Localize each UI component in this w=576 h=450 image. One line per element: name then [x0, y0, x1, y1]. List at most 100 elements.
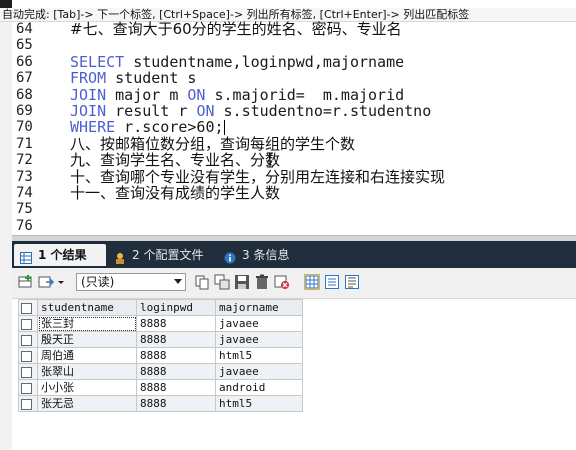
table-row[interactable]: 张翠山 8888 javaee	[18, 363, 303, 380]
sql-keyword: JOIN	[70, 102, 107, 120]
code-text: 十一、查询没有成绩的学生人数	[70, 185, 280, 202]
row-checkbox[interactable]	[18, 379, 38, 396]
result-grid-area: studentname loginpwd majorname 张三封 8888 ja…	[12, 299, 576, 450]
form-view-icon[interactable]	[324, 274, 340, 290]
sql-expression: s.studentno=r.studentno	[214, 102, 432, 120]
sql-keyword: ON	[187, 85, 206, 104]
editor-line[interactable]: 64 #七、查询大于60分的学生的姓名、密码、专业名	[12, 21, 576, 38]
plain-text: 十、查询哪个专业没有学生，分别用左连接和右连接实现	[70, 167, 446, 186]
line-number: 74	[16, 185, 33, 201]
table-cell-majorname[interactable]: android	[215, 379, 303, 396]
line-number: 72	[16, 152, 33, 169]
column-header-studentname[interactable]: studentname	[37, 299, 137, 316]
sql-expression: studentname,loginpwd,majorname	[124, 52, 405, 71]
line-number: 70	[16, 119, 33, 136]
line-number: 67	[16, 70, 33, 87]
table-cell-studentname[interactable]: 小小张	[37, 379, 137, 396]
line-number: 65	[16, 37, 33, 54]
text-view-icon[interactable]	[344, 274, 360, 290]
sql-expression: s.majorid= m.majorid	[205, 85, 405, 104]
line-number: 64	[16, 21, 33, 37]
tab-profiles-label: 2 个配置文件	[132, 248, 204, 262]
save-icon[interactable]	[234, 274, 250, 290]
cancel-changes-icon[interactable]	[274, 274, 290, 290]
line-number: 68	[16, 86, 33, 103]
table-cell-loginpwd[interactable]: 8888	[136, 315, 216, 332]
table-row[interactable]: 周伯通 8888 html5	[18, 347, 303, 364]
tab-results[interactable]: 1 个结果	[14, 244, 106, 266]
comment-text: #七、查询大于60分的学生的姓名、密码、专业名	[70, 20, 402, 38]
column-header-majorname[interactable]: majorname	[215, 299, 303, 316]
table-cell-studentname[interactable]: 殷天正	[37, 331, 137, 348]
editor-line[interactable]: 75	[12, 201, 576, 218]
table-cell-loginpwd[interactable]: 8888	[136, 379, 216, 396]
table-row[interactable]: 张无忌 8888 html5	[18, 395, 303, 412]
table-cell-loginpwd[interactable]: 8888	[136, 347, 216, 364]
plain-text: 十一、查询没有成绩的学生人数	[70, 184, 281, 202]
plain-text: 九、查询学生名、专业名、分数	[70, 151, 281, 170]
table-cell-studentname[interactable]: 张翠山	[37, 363, 137, 380]
line-number: 69	[16, 103, 33, 119]
editor-line[interactable]: 76	[12, 218, 576, 235]
sql-keyword: WHERE	[70, 118, 116, 137]
table-cell-loginpwd[interactable]: 8888	[136, 363, 216, 380]
table-cell-loginpwd[interactable]: 8888	[136, 395, 216, 412]
table-cell-majorname[interactable]: javaee	[215, 363, 303, 380]
table-cell-majorname[interactable]: html5	[215, 395, 303, 412]
table-header-row: studentname loginpwd majorname	[18, 299, 303, 316]
table-row[interactable]: 张三封 8888 javaee	[18, 315, 303, 332]
row-checkbox[interactable]	[18, 395, 38, 412]
table-cell-majorname[interactable]: javaee	[215, 331, 303, 348]
plain-text: 八、按邮箱位数分组，查询每组的学生个数	[70, 134, 356, 153]
line-number: 75	[16, 201, 33, 218]
grid-view-icon[interactable]	[304, 274, 320, 290]
ibeam-cursor-icon	[266, 152, 274, 168]
sql-identifier: major m	[106, 85, 188, 104]
table-cell-studentname[interactable]: 张无忌	[37, 395, 137, 412]
sql-keyword: FROM	[70, 69, 107, 88]
sql-identifier: result r	[106, 102, 197, 120]
column-header-loginpwd[interactable]: loginpwd	[136, 299, 216, 316]
sql-keyword: ON	[196, 102, 215, 120]
export-dropdown-icon[interactable]	[56, 274, 66, 290]
line-number: 71	[16, 135, 33, 152]
row-checkbox[interactable]	[18, 331, 38, 348]
sql-expression: r.score>60;	[115, 118, 224, 137]
sql-expression: student s	[106, 69, 197, 88]
table-row[interactable]: 小小张 8888 android	[18, 379, 303, 396]
line-number: 76	[16, 217, 33, 234]
duplicate-row-icon[interactable]	[214, 274, 230, 290]
row-checkbox[interactable]	[18, 315, 38, 332]
result-grid-icon	[20, 249, 32, 264]
tab-profiles[interactable]: 2 个配置文件	[108, 244, 216, 266]
row-checkbox[interactable]	[18, 347, 38, 364]
profile-icon	[114, 249, 126, 264]
code-text: #七、查询大于60分的学生的姓名、密码、专业名	[70, 21, 402, 38]
line-number: 66	[16, 53, 33, 70]
table-row[interactable]: 殷天正 8888 javaee	[18, 331, 303, 348]
export-icon[interactable]	[38, 274, 54, 290]
grid-mode-value: (只读)	[81, 275, 115, 289]
info-icon	[224, 249, 236, 264]
editor-line[interactable]: 74 十一、查询没有成绩的学生人数	[12, 185, 576, 202]
table-cell-studentname[interactable]: 张三封	[37, 315, 137, 332]
sql-editor[interactable]: 64 #七、查询大于60分的学生的姓名、密码、专业名 65 66 SELECT stud…	[12, 21, 576, 235]
line-number: 73	[16, 168, 33, 185]
table-cell-loginpwd[interactable]: 8888	[136, 331, 216, 348]
chevron-down-icon	[174, 279, 182, 284]
background-window-edge	[0, 0, 12, 450]
grid-mode-select[interactable]: (只读)	[76, 273, 186, 291]
sql-keyword: JOIN	[70, 85, 107, 104]
table-cell-majorname[interactable]: javaee	[215, 315, 303, 332]
row-checkbox[interactable]	[18, 363, 38, 380]
result-tabs: 1 个结果 2 个配置文件 3 条信息	[12, 241, 576, 268]
sql-keyword: SELECT	[70, 52, 125, 71]
delete-icon[interactable]	[254, 274, 270, 290]
copy-icon[interactable]	[194, 274, 210, 290]
add-row-icon[interactable]	[18, 274, 34, 290]
table-cell-studentname[interactable]: 周伯通	[37, 347, 137, 364]
table-cell-majorname[interactable]: html5	[215, 347, 303, 364]
select-all-checkbox[interactable]	[18, 299, 38, 316]
tab-messages-label: 3 条信息	[242, 248, 290, 262]
tab-messages[interactable]: 3 条信息	[218, 244, 308, 266]
